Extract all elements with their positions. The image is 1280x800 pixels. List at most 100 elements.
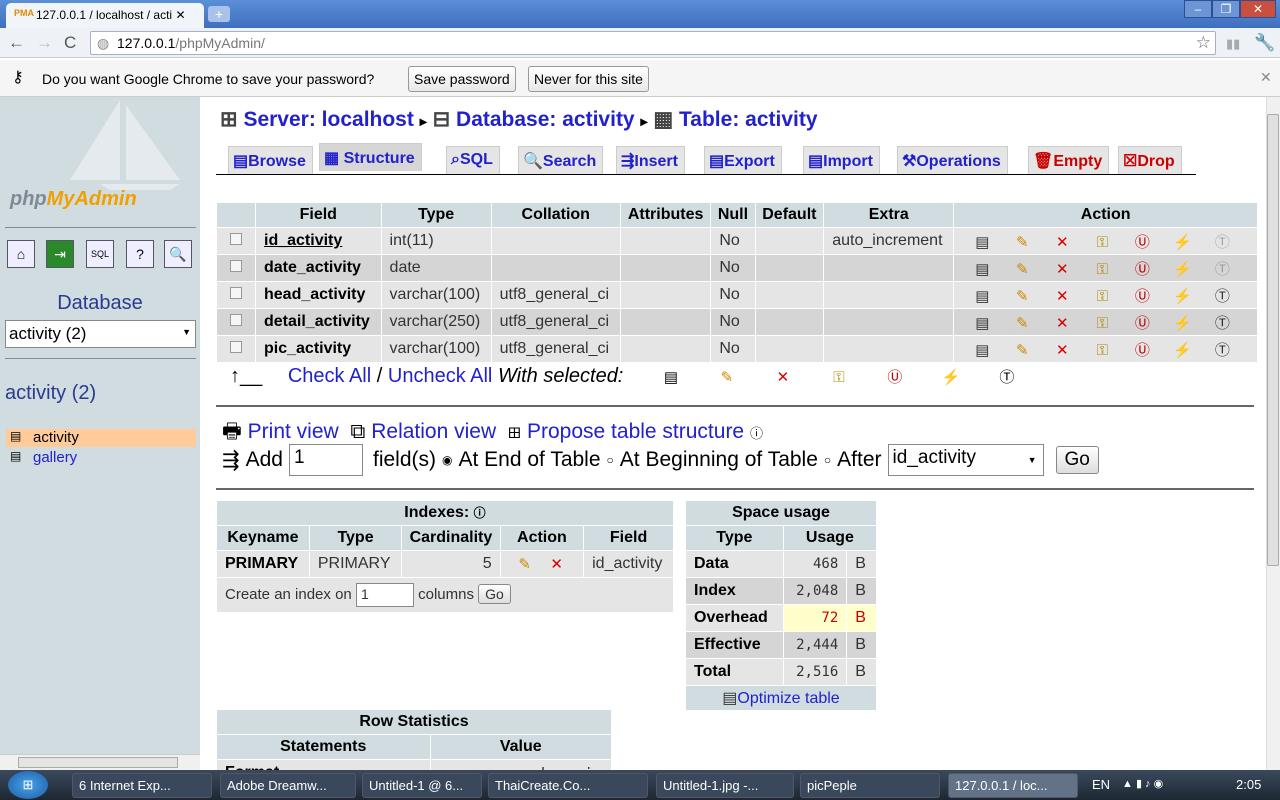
address-bar[interactable]: ◍ 127.0.0.1/phpMyAdmin/ ☆ bbox=[90, 31, 1216, 55]
delete-icon[interactable]: ✕ bbox=[547, 555, 567, 573]
radio-after[interactable]: ○ bbox=[824, 453, 831, 467]
docs-icon[interactable]: 🔍 bbox=[164, 240, 192, 268]
delete-icon[interactable]: ✕ bbox=[1052, 341, 1072, 359]
tab-sql[interactable]: ⌕SQL bbox=[446, 146, 500, 174]
breadcrumb-server[interactable]: Server: localhost bbox=[243, 108, 413, 131]
browse-icon[interactable]: ▤ bbox=[972, 260, 992, 278]
delete-icon[interactable]: ✕ bbox=[1052, 287, 1072, 305]
browser-tab[interactable]: 127.0.0.1 / localhost / acti ✕ bbox=[6, 3, 204, 28]
index-icon[interactable]: ⚡ bbox=[941, 368, 961, 386]
propose-structure-link[interactable]: Propose table structure bbox=[527, 420, 744, 443]
delete-icon[interactable]: ✕ bbox=[773, 368, 793, 386]
tab-operations[interactable]: ⚒Operations bbox=[897, 146, 1008, 174]
pencil-icon[interactable]: ✎ bbox=[717, 368, 737, 386]
help-icon[interactable]: ⓘ bbox=[750, 426, 763, 441]
fulltext-icon[interactable]: Ⓣ bbox=[1212, 285, 1232, 306]
save-password-button[interactable]: Save password bbox=[408, 66, 516, 92]
tab-empty[interactable]: 🗑Empty bbox=[1028, 146, 1110, 174]
taskbar-item[interactable]: ThaiCreate.Co... bbox=[488, 773, 648, 798]
field-count-input[interactable]: 1 bbox=[288, 444, 363, 476]
tab-export[interactable]: ▤Export bbox=[704, 146, 782, 174]
fulltext-icon[interactable]: Ⓣ bbox=[1212, 339, 1232, 360]
reload-button[interactable]: C bbox=[64, 33, 76, 53]
optimize-table-link[interactable]: Optimize table bbox=[737, 690, 839, 707]
breadcrumb-table[interactable]: Table: activity bbox=[679, 108, 818, 131]
minimize-button[interactable]: – bbox=[1184, 0, 1212, 18]
tab-structure[interactable]: ▦ Structure bbox=[319, 143, 422, 171]
taskbar-item[interactable]: Untitled-1 @ 6... bbox=[362, 773, 482, 798]
check-all-link[interactable]: Check All bbox=[288, 365, 371, 387]
taskbar-item[interactable]: picPeple bbox=[800, 773, 940, 798]
breadcrumb-database[interactable]: Database: activity bbox=[456, 108, 635, 131]
pencil-icon[interactable]: ✎ bbox=[515, 555, 535, 573]
unique-icon[interactable]: Ⓤ bbox=[1132, 231, 1152, 252]
browse-icon[interactable]: ▤ bbox=[972, 233, 992, 251]
print-view-link[interactable]: Print view bbox=[248, 420, 339, 443]
sidebar-table-activity[interactable]: ▤ activity bbox=[6, 429, 196, 447]
unique-icon[interactable]: Ⓤ bbox=[1132, 285, 1152, 306]
pencil-icon[interactable]: ✎ bbox=[1012, 287, 1032, 305]
browse-icon[interactable]: ▤ bbox=[972, 341, 992, 359]
database-select[interactable]: activity (2) ▼ bbox=[5, 320, 196, 348]
close-window-button[interactable]: ✕ bbox=[1240, 0, 1276, 18]
primary-key-icon[interactable]: ⚿ bbox=[1092, 342, 1112, 359]
browse-icon[interactable]: ▤ bbox=[661, 368, 681, 386]
index-icon[interactable]: ⚡ bbox=[1172, 287, 1192, 305]
fulltext-icon[interactable]: Ⓣ bbox=[1212, 258, 1232, 279]
row-checkbox[interactable] bbox=[230, 314, 242, 326]
delete-icon[interactable]: ✕ bbox=[1052, 260, 1072, 278]
index-icon[interactable]: ⚡ bbox=[1172, 260, 1192, 278]
index-icon[interactable]: ⚡ bbox=[1172, 341, 1192, 359]
add-go-button[interactable]: Go bbox=[1055, 446, 1099, 474]
tab-drop[interactable]: ☒Drop bbox=[1118, 146, 1182, 174]
home-icon[interactable]: ⌂ bbox=[7, 240, 35, 268]
sql-query-icon[interactable]: SQL bbox=[86, 240, 114, 268]
primary-key-icon[interactable]: ⚿ bbox=[1092, 315, 1112, 332]
sidebar-table-gallery[interactable]: ▤ gallery bbox=[6, 449, 196, 467]
row-checkbox[interactable] bbox=[230, 287, 242, 299]
taskbar-item[interactable]: Adobe Dreamw... bbox=[220, 773, 356, 798]
tab-browse[interactable]: ▤Browse bbox=[228, 146, 313, 174]
primary-key-icon[interactable]: ⚿ bbox=[1092, 288, 1112, 305]
tab-insert[interactable]: ⇶Insert bbox=[616, 146, 685, 174]
browse-icon[interactable]: ▤ bbox=[972, 314, 992, 332]
row-checkbox[interactable] bbox=[230, 341, 242, 353]
unique-icon[interactable]: Ⓤ bbox=[1132, 339, 1152, 360]
new-tab-button[interactable]: + bbox=[208, 6, 230, 22]
scrollbar-thumb[interactable] bbox=[1267, 114, 1279, 566]
maximize-button[interactable]: ❐ bbox=[1212, 0, 1240, 18]
index-icon[interactable]: ⚡ bbox=[1172, 233, 1192, 251]
browse-icon[interactable]: ▤ bbox=[972, 287, 992, 305]
relation-view-link[interactable]: Relation view bbox=[371, 420, 496, 443]
unique-icon[interactable]: Ⓤ bbox=[1132, 312, 1152, 333]
index-icon[interactable]: ⚡ bbox=[1172, 314, 1192, 332]
row-checkbox[interactable] bbox=[230, 233, 242, 245]
radio-at-beginning[interactable]: ○ bbox=[607, 453, 614, 467]
never-save-button[interactable]: Never for this site bbox=[528, 66, 649, 92]
primary-key-icon[interactable]: ⚿ bbox=[829, 369, 849, 386]
back-button[interactable]: ← bbox=[8, 33, 25, 53]
database-heading[interactable]: activity (2) bbox=[5, 382, 96, 405]
row-checkbox[interactable] bbox=[230, 260, 242, 272]
fulltext-icon[interactable]: Ⓣ bbox=[997, 366, 1017, 387]
bookmark-star-icon[interactable]: ☆ bbox=[1196, 33, 1211, 53]
tray-icons[interactable]: ▲ ▮ ♪ ◉ bbox=[1122, 777, 1163, 790]
create-index-count-input[interactable]: 1 bbox=[355, 583, 414, 607]
create-index-go-button[interactable]: Go bbox=[478, 583, 511, 604]
pencil-icon[interactable]: ✎ bbox=[1012, 233, 1032, 251]
exit-icon[interactable]: ⇥ bbox=[46, 240, 74, 268]
taskbar-item[interactable]: Untitled-1.jpg -... bbox=[656, 773, 794, 798]
primary-key-icon[interactable]: ⚿ bbox=[1092, 261, 1112, 278]
help-icon[interactable]: ⓘ bbox=[474, 506, 486, 520]
uncheck-all-link[interactable]: Uncheck All bbox=[388, 365, 493, 387]
unique-icon[interactable]: Ⓤ bbox=[1132, 258, 1152, 279]
pencil-icon[interactable]: ✎ bbox=[1012, 341, 1032, 359]
primary-key-icon[interactable]: ⚿ bbox=[1092, 234, 1112, 251]
delete-icon[interactable]: ✕ bbox=[1052, 233, 1072, 251]
radio-at-end[interactable]: ◉ bbox=[442, 453, 452, 467]
unique-icon[interactable]: Ⓤ bbox=[885, 366, 905, 387]
language-indicator[interactable]: EN bbox=[1092, 777, 1110, 792]
fulltext-icon[interactable]: Ⓣ bbox=[1212, 312, 1232, 333]
start-button[interactable]: ⊞ bbox=[8, 771, 48, 799]
pencil-icon[interactable]: ✎ bbox=[1012, 260, 1032, 278]
